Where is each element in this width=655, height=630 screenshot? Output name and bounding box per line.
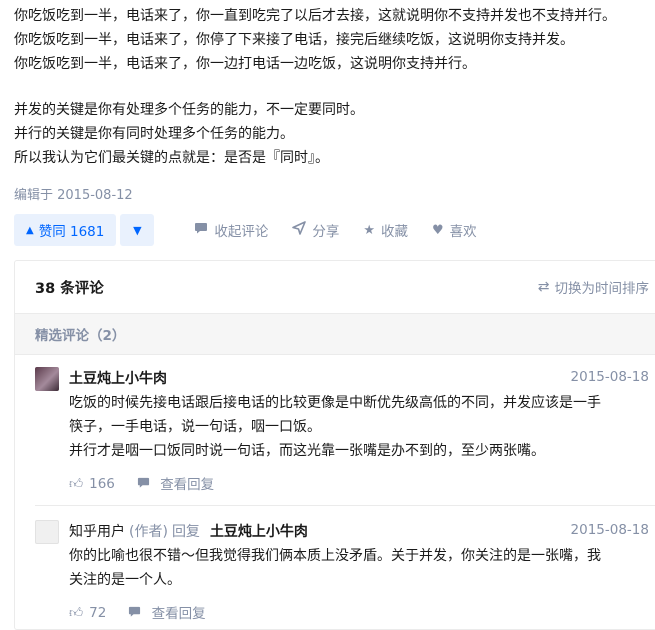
comment-count: 38 条评论 [35,280,104,297]
answer-line: 你吃饭吃到一半，电话来了，你一边打电话一边吃饭，这说明你支持并行。 [14,56,476,72]
switch-order-label: 切换为时间排序 [554,281,650,297]
reply-target[interactable]: 土豆炖上小牛肉 [210,521,308,541]
collapse-comments-button[interactable]: 收起评论 [194,220,268,240]
reply-label: 回复 [171,524,200,540]
vote-down-button[interactable]: ▼ [120,214,155,246]
comment-actions: 👍︎ 166 查看回复 [69,471,655,495]
comment-line: 你的比喻也很不错～但我觉得我们俩本质上没矛盾。关于并发，你关注的是一张嘴，我 [69,548,601,564]
heart-icon: ♥ [432,222,444,238]
edited-time[interactable]: 编辑于 2015-08-12 [14,184,133,203]
answer-line: 所以我认为它们最关键的点就是：是否是『同时』。 [14,150,329,166]
comment-author[interactable]: 知乎用户 [69,521,125,541]
like-button[interactable]: ♥ 喜欢 [432,220,477,241]
comment-like-count: 72 [89,604,107,621]
comment-bubble-icon [137,477,154,493]
triangle-up-icon: ▲ [26,224,34,236]
answer-actions: ▲ 赞同 1681 ▼ 收起评论 分享 ★ 收藏 ♥ 喜欢 [14,214,477,246]
comment-meta: 知乎用户 (作者) 回复 土豆炖上小牛肉 [69,518,655,544]
author-role-badge: (作者) [129,524,168,540]
swap-arrows-icon: ⇄ [537,279,550,295]
answer-line: 并行的关键是你有同时处理多个任务的能力。 [14,126,294,142]
comment-item: 知乎用户 (作者) 回复 土豆炖上小牛肉 2015-08-18 你的比喻也很不错… [15,518,655,624]
comment-date: 2015-08-18 [570,522,649,538]
avatar[interactable] [35,367,59,391]
collapse-comments-label: 收起评论 [214,224,269,240]
paper-plane-icon [292,221,307,239]
featured-comments-header: 精选评论（2） [15,314,655,355]
comment-line: 并行才是咽一口饭同时说一句话，而这光靠一张嘴是办不到的，至少两张嘴。 [69,443,545,459]
star-icon: ★ [363,222,376,238]
collect-label: 收藏 [381,224,409,240]
like-label: 喜欢 [449,224,477,240]
view-reply-button[interactable]: 查看回复 [128,602,206,622]
collect-button[interactable]: ★ 收藏 [363,220,409,241]
share-label: 分享 [312,224,340,240]
vote-up-label: 赞同 1681 [38,224,105,240]
comment-bubble-icon [128,606,145,622]
answer-line: 并发的关键是你有处理多个任务的能力，不一定要同时。 [14,102,364,118]
comment-item: 土豆炖上小牛肉 2015-08-18 吃饭的时候先接电话跟后接电话的比较更像是中… [15,365,655,506]
vote-up-button[interactable]: ▲ 赞同 1681 [14,214,117,246]
answer-line: 你吃饭吃到一半，电话来了，你一直到吃完了以后才去接，这就说明你不支持并发也不支持… [14,8,616,24]
thumbs-up-icon: 👍︎ [69,475,84,492]
comment-text: 吃饭的时候先接电话跟后接电话的比较更像是中断优先级高低的不同，并发应该是一手 筷… [69,391,655,463]
comment-like-button[interactable]: 👍︎ 72 [69,604,106,621]
comment-like-button[interactable]: 👍︎ 166 [69,475,115,492]
comments-panel: 38 条评论 ⇄ 切换为时间排序 精选评论（2） 土豆炖上小牛肉 2015-08… [14,260,655,630]
comment-text: 你的比喻也很不错～但我觉得我们俩本质上没矛盾。关于并发，你关注的是一张嘴，我 关… [69,544,655,592]
view-reply-label: 查看回复 [160,477,215,493]
comment-line: 关注的是一个人。 [69,572,181,588]
comment-like-count: 166 [89,475,115,492]
comment-line: 吃饭的时候先接电话跟后接电话的比较更像是中断优先级高低的不同，并发应该是一手 [69,395,601,411]
comment-actions: 👍︎ 72 查看回复 [69,600,655,624]
comment-date: 2015-08-18 [570,369,649,385]
comment-bubble-icon [194,221,208,239]
triangle-down-icon: ▼ [133,223,142,237]
comment-line: 筷子，一手电话，说一句话，咽一口饭。 [69,419,321,435]
answer-line: 你吃饭吃到一半，电话来了，你停了下来接了电话，接完后继续吃饭，这说明你支持并发。 [14,32,574,48]
switch-order-button[interactable]: ⇄ 切换为时间排序 [538,277,649,297]
thumbs-up-icon: 👍︎ [69,604,84,621]
comments-header: 38 条评论 ⇄ 切换为时间排序 [15,261,655,314]
avatar[interactable] [35,520,59,544]
view-reply-button[interactable]: 查看回复 [137,473,214,493]
comment-meta: 土豆炖上小牛肉 [69,365,655,391]
view-reply-label: 查看回复 [151,606,206,622]
share-button[interactable]: 分享 [292,220,339,240]
comment-author[interactable]: 土豆炖上小牛肉 [69,368,167,388]
answer-content: 你吃饭吃到一半，电话来了，你一直到吃完了以后才去接，这就说明你不支持并发也不支持… [14,4,654,170]
